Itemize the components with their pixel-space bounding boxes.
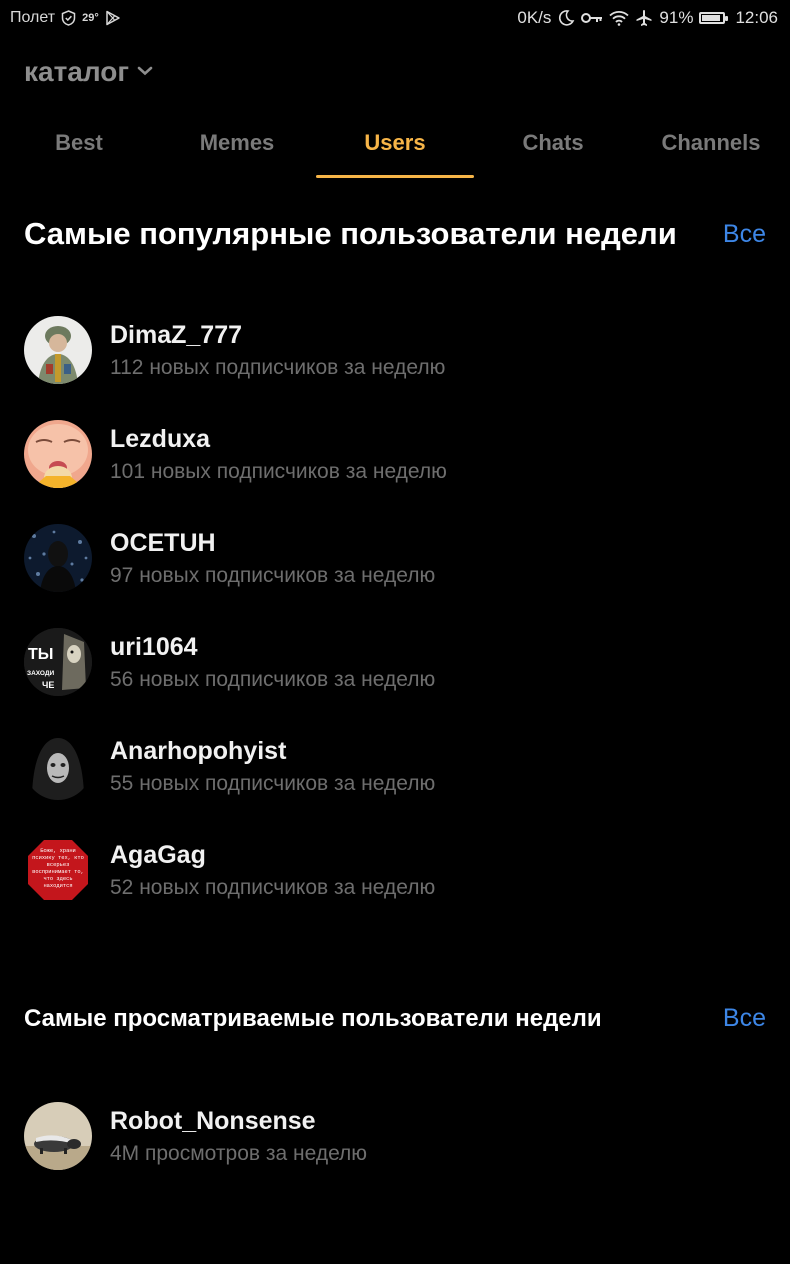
chevron-down-icon — [137, 63, 153, 81]
key-icon — [581, 12, 603, 24]
avatar-text-line: психику тех, кто — [32, 855, 84, 861]
see-all-popular-link[interactable]: Все — [723, 220, 766, 249]
user-subtitle: 4M просмотров за неделю — [110, 1142, 368, 1165]
user-subtitle: 97 новых подписчиков за неделю — [110, 564, 436, 587]
tab-chats[interactable]: Chats — [474, 120, 632, 178]
avatar: Боже, храни психику тех, кто всерьез вос… — [24, 836, 92, 904]
status-bar: Полет 29° 0K/s 91% 12:06 — [0, 0, 790, 36]
avatar — [24, 524, 92, 592]
clock: 12:06 — [735, 8, 778, 27]
see-all-viewed-link[interactable]: Все — [723, 1004, 766, 1033]
avatar-text-che: ЧЕ — [42, 680, 54, 690]
avatar-text-line: всерьез — [47, 862, 70, 868]
avatar-text-line: находится — [43, 883, 72, 889]
battery-level — [702, 15, 721, 21]
avatar: ТЫ ЗАХОДИ ЧЕ — [24, 628, 92, 696]
user-name: AgaGag — [110, 841, 206, 869]
list-item[interactable]: DimaZ_777 112 новых подписчиков за недел… — [24, 316, 766, 420]
category-tabs: Best Memes Users Chats Channels — [0, 120, 790, 178]
avatar — [24, 1102, 92, 1170]
popular-users-list: DimaZ_777 112 новых подписчиков за недел… — [24, 316, 766, 940]
section-title: Самые просматриваемые пользователи недел… — [24, 1004, 602, 1032]
user-subtitle: 55 новых подписчиков за неделю — [110, 772, 436, 795]
net-speed: 0K/s — [517, 8, 552, 27]
catalog-dropdown[interactable]: каталог — [24, 56, 153, 88]
avatar — [24, 420, 92, 488]
carrier-name: Полет — [10, 9, 56, 26]
shield-icon — [61, 10, 76, 26]
list-item[interactable]: Robot_Nonsense 4M просмотров за неделю — [24, 1102, 766, 1206]
list-item[interactable]: Lezduxa 101 новых подписчиков за неделю — [24, 420, 766, 524]
catalog-title: каталог — [24, 56, 130, 87]
avatar-text-line: Боже, храни — [40, 848, 76, 854]
avatar-text-zahodi: ЗАХОДИ — [27, 670, 55, 677]
avatar-text-line: воспринимает то, — [32, 869, 84, 875]
tab-memes[interactable]: Memes — [158, 120, 316, 178]
popular-users-header: Самые популярные пользователи недели Все — [24, 216, 766, 252]
most-viewed-users-list: Robot_Nonsense 4M просмотров за неделю — [24, 1102, 766, 1206]
list-item[interactable]: OCETUH 97 новых подписчиков за неделю — [24, 524, 766, 628]
avatar — [24, 732, 92, 800]
avatar — [24, 316, 92, 384]
list-item[interactable]: Боже, храни психику тех, кто всерьез вос… — [24, 836, 766, 940]
most-viewed-users-header: Самые просматриваемые пользователи недел… — [24, 1004, 766, 1033]
tab-channels[interactable]: Channels — [632, 120, 790, 178]
avatar-text-ty: ТЫ — [28, 646, 53, 663]
temperature: 29° — [82, 12, 99, 24]
tab-users[interactable]: Users — [316, 120, 474, 178]
battery-icon — [699, 12, 729, 24]
section-title: Самые популярные пользователи недели — [24, 216, 677, 251]
moon-icon — [557, 9, 575, 27]
tab-best[interactable]: Best — [0, 120, 158, 178]
user-name: Lezduxa — [110, 425, 211, 453]
battery-percent: 91% — [659, 8, 694, 27]
user-subtitle: 56 новых подписчиков за неделю — [110, 668, 436, 691]
list-item[interactable]: Anarhopohyist 55 новых подписчиков за не… — [24, 732, 766, 836]
user-subtitle: 101 новых подписчиков за неделю — [110, 460, 447, 483]
play-store-icon — [105, 10, 121, 26]
user-name: OCETUH — [110, 529, 216, 557]
user-name: Anarhopohyist — [110, 737, 287, 765]
user-name: Robot_Nonsense — [110, 1107, 316, 1135]
list-item[interactable]: ТЫ ЗАХОДИ ЧЕ uri1064 56 новых подписчико… — [24, 628, 766, 732]
user-subtitle: 112 новых подписчиков за неделю — [110, 356, 446, 379]
user-subtitle: 52 новых подписчиков за неделю — [110, 876, 436, 899]
wifi-icon — [609, 10, 630, 26]
avatar-text-line: что здесь — [43, 876, 72, 882]
user-name: DimaZ_777 — [110, 321, 243, 349]
user-name: uri1064 — [110, 633, 198, 661]
airplane-icon — [635, 9, 653, 27]
